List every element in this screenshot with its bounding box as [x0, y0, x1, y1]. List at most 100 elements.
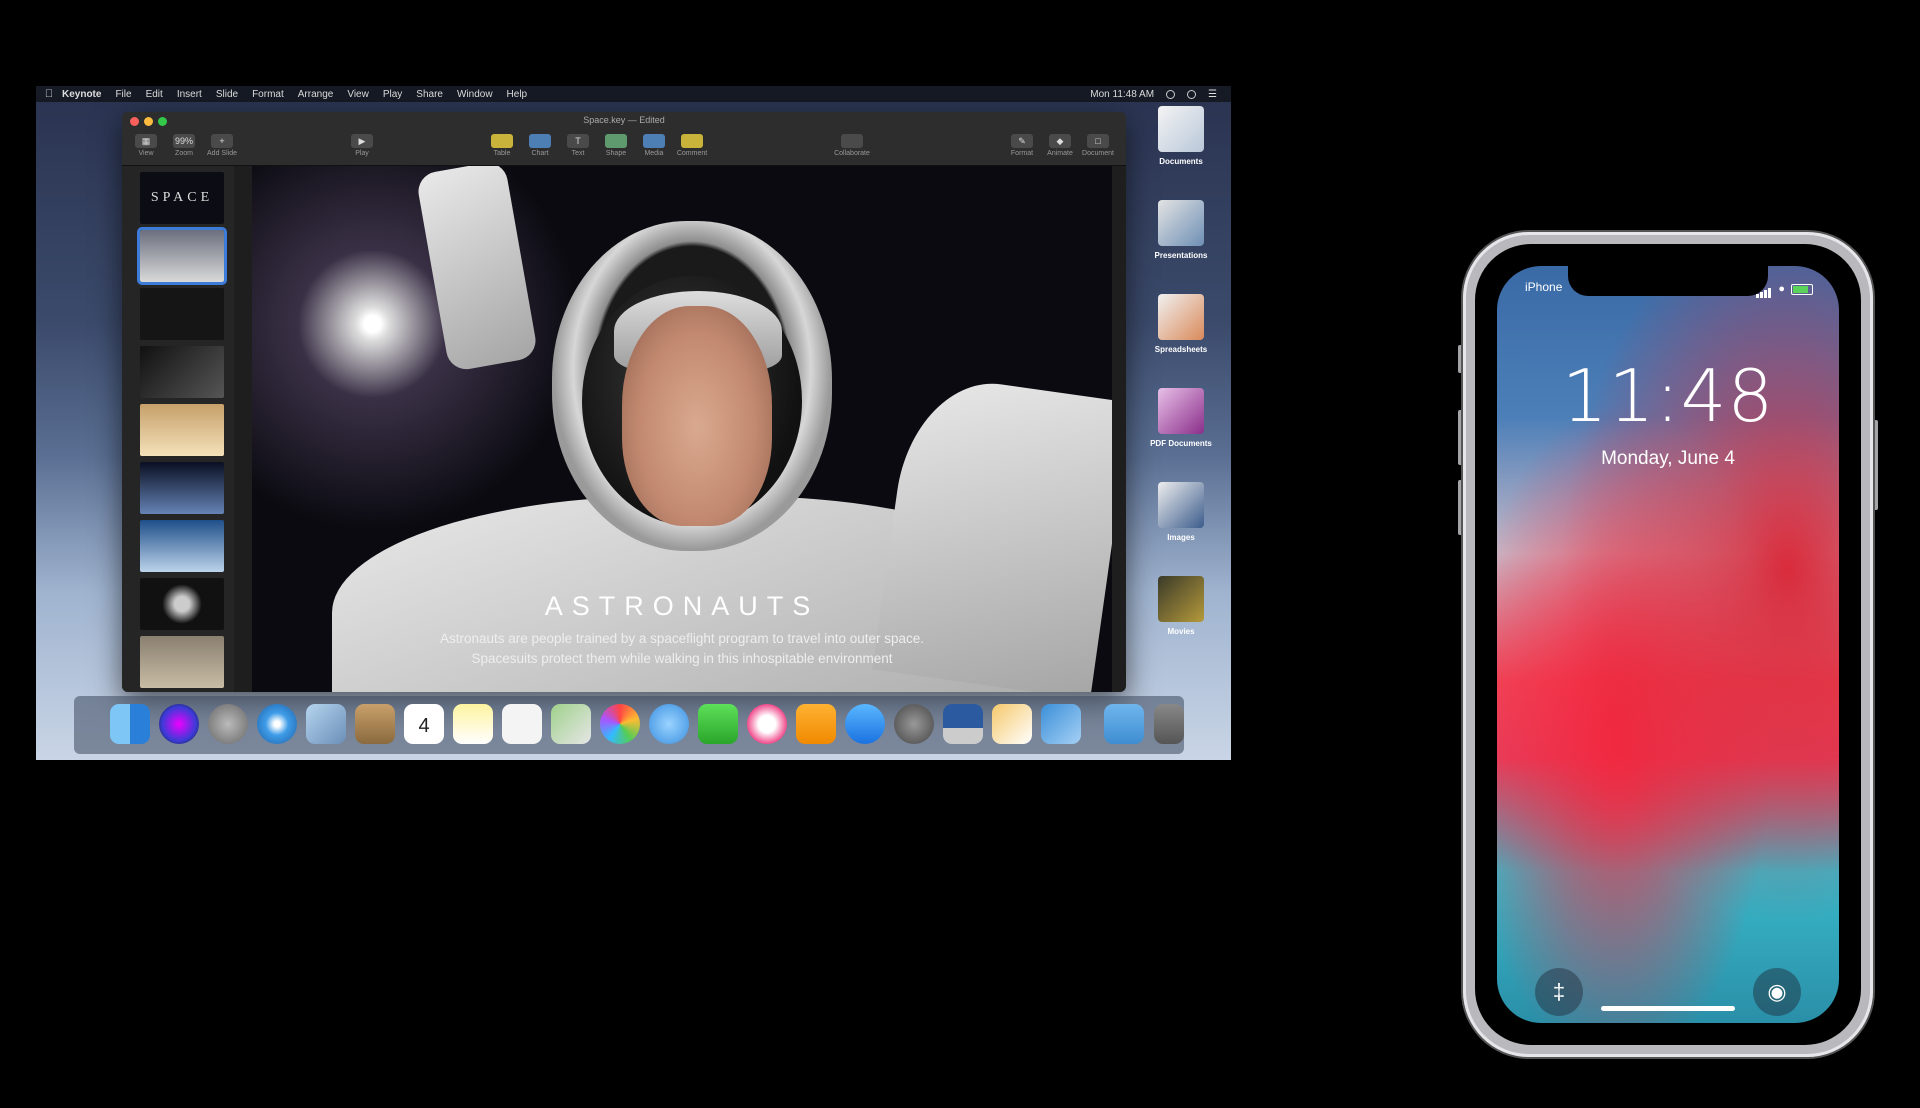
play-button[interactable]: ▶ Play — [342, 134, 382, 157]
zoom-button[interactable]: 99% Zoom — [164, 134, 204, 157]
xcode-icon[interactable] — [1041, 704, 1081, 744]
animate-label: Animate — [1047, 150, 1073, 157]
messages-icon[interactable] — [649, 704, 689, 744]
text-button[interactable]: T Text — [558, 134, 598, 157]
notch — [1568, 266, 1768, 296]
format-icon: ✎ — [1011, 134, 1033, 148]
document-label: Document — [1082, 150, 1114, 157]
slide-thumb-7[interactable] — [140, 520, 224, 572]
slide-thumb-9[interactable] — [140, 636, 224, 688]
apple-menu-icon[interactable]:  — [36, 88, 62, 100]
slide-thumb-5[interactable] — [140, 404, 224, 456]
itunes-icon[interactable] — [747, 704, 787, 744]
view-button[interactable]: ▦ View — [126, 134, 166, 157]
stack-documents[interactable]: Documents — [1131, 106, 1231, 166]
menu-play[interactable]: Play — [383, 89, 402, 100]
camera-icon[interactable]: ◉ — [1753, 968, 1801, 1016]
slide-thumb-2-selected[interactable] — [137, 227, 227, 285]
stack-presentations[interactable]: Presentations — [1131, 200, 1231, 260]
finder-icon[interactable] — [110, 704, 150, 744]
system-preferences-icon[interactable] — [894, 704, 934, 744]
menubar-clock[interactable]: Mon 11:48 AM — [1090, 89, 1154, 100]
stack-spreadsheets[interactable]: Spreadsheets — [1131, 294, 1231, 354]
slide-thumb-3[interactable] — [140, 288, 224, 340]
maps-icon[interactable] — [551, 704, 591, 744]
mail-icon[interactable] — [306, 704, 346, 744]
slide-canvas[interactable]: ASTRONAUTS Astronauts are people trained… — [252, 166, 1112, 692]
menu-format[interactable]: Format — [252, 89, 284, 100]
slide-body-line-1: Astronauts are people trained by a space… — [439, 631, 925, 646]
stack-label: PDF Documents — [1150, 439, 1212, 448]
trash-icon[interactable] — [1154, 704, 1184, 744]
notification-center-icon[interactable]: ☰ — [1208, 89, 1217, 100]
lock-screen-date: Monday, June 4 — [1601, 448, 1735, 469]
comment-button[interactable]: Comment — [672, 134, 712, 157]
menu-share[interactable]: Share — [416, 89, 443, 100]
images-stack-icon — [1158, 482, 1204, 528]
keynote-window: Space.key — Edited ▦ View 99% Zoom + Add Sl… — [122, 112, 1126, 692]
document-button[interactable]: □ Document — [1078, 134, 1118, 157]
face — [622, 306, 772, 526]
downloads-folder-icon[interactable] — [1104, 704, 1144, 744]
slide-thumb-8[interactable] — [140, 578, 224, 630]
status-icons: ● — [1756, 280, 1813, 298]
notes-icon[interactable] — [453, 704, 493, 744]
stack-label: Spreadsheets — [1154, 345, 1208, 354]
siri-icon[interactable] — [159, 704, 199, 744]
siri-icon[interactable] — [1187, 89, 1197, 99]
stack-movies[interactable]: Movies — [1131, 576, 1231, 636]
text-icon: T — [567, 134, 589, 148]
ibooks-icon[interactable] — [796, 704, 836, 744]
menu-window[interactable]: Window — [457, 89, 493, 100]
stack-pdf-documents[interactable]: PDF Documents — [1131, 388, 1231, 448]
suit-arm-raised — [415, 166, 539, 373]
comment-icon — [681, 134, 703, 148]
app-menu-keynote[interactable]: Keynote — [62, 89, 101, 100]
shape-button[interactable]: Shape — [596, 134, 636, 157]
pages-icon[interactable] — [992, 704, 1032, 744]
table-button[interactable]: Table — [482, 134, 522, 157]
menu-insert[interactable]: Insert — [177, 89, 202, 100]
app-store-icon[interactable] — [845, 704, 885, 744]
slide-title[interactable]: ASTRONAUTS — [252, 591, 1112, 622]
stack-images[interactable]: Images — [1131, 482, 1231, 542]
collaborate-button[interactable]: Collaborate — [822, 134, 882, 157]
movies-stack-icon — [1158, 576, 1204, 622]
dock: 4 — [74, 696, 1184, 754]
menu-slide[interactable]: Slide — [216, 89, 238, 100]
menu-arrange[interactable]: Arrange — [298, 89, 334, 100]
slide-thumb-4[interactable] — [140, 346, 224, 398]
menu-edit[interactable]: Edit — [146, 89, 163, 100]
contacts-icon[interactable] — [355, 704, 395, 744]
slide-body[interactable]: Astronauts are people trained by a space… — [252, 629, 1112, 669]
animate-button[interactable]: ◆ Animate — [1040, 134, 1080, 157]
document-icon: □ — [1087, 134, 1109, 148]
spotlight-icon[interactable] — [1166, 89, 1176, 99]
table-icon — [491, 134, 513, 148]
facetime-icon[interactable] — [698, 704, 738, 744]
home-indicator[interactable] — [1601, 1006, 1735, 1011]
menu-file[interactable]: File — [115, 89, 131, 100]
flashlight-icon[interactable]: ‡ — [1535, 968, 1583, 1016]
stack-label: Presentations — [1154, 251, 1208, 260]
format-label: Format — [1010, 150, 1034, 157]
slide-navigator: SPACE — [122, 166, 234, 692]
lock-screen[interactable]: iPhone ● 11:48 Monday, June 4 ‡ ◉ — [1497, 266, 1839, 1023]
slide-thumb-1[interactable]: SPACE — [140, 172, 224, 224]
safari-icon[interactable] — [257, 704, 297, 744]
reminders-icon[interactable] — [502, 704, 542, 744]
slide-thumb-6[interactable] — [140, 462, 224, 514]
format-button[interactable]: ✎ Format — [1002, 134, 1042, 157]
keynote-icon[interactable] — [943, 704, 983, 744]
launchpad-icon[interactable] — [208, 704, 248, 744]
menu-view[interactable]: View — [347, 89, 369, 100]
chart-button[interactable]: Chart — [520, 134, 560, 157]
play-icon: ▶ — [351, 134, 373, 148]
collaborate-label: Collaborate — [834, 150, 870, 157]
add-slide-label: Add Slide — [207, 150, 237, 157]
calendar-icon[interactable]: 4 — [404, 704, 444, 744]
add-slide-button[interactable]: + Add Slide — [202, 134, 242, 157]
photos-icon[interactable] — [600, 704, 640, 744]
media-button[interactable]: Media — [634, 134, 674, 157]
menu-help[interactable]: Help — [507, 89, 528, 100]
